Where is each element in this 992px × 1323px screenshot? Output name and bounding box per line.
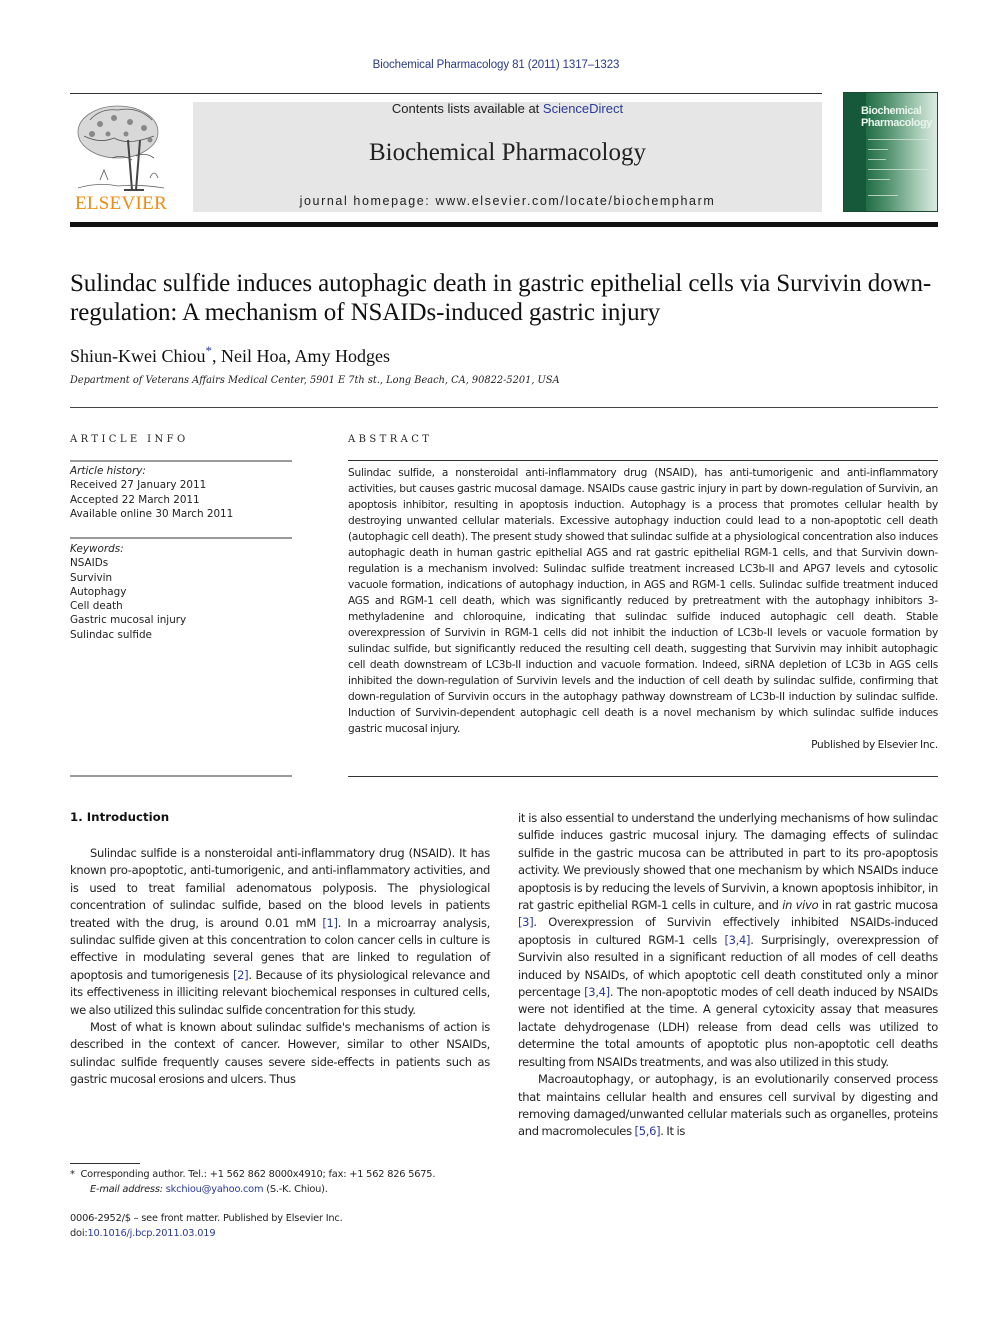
history-label: Article history: [70,465,146,477]
front-matter: 0006-2952/$ – see front matter. Publishe… [70,1212,343,1241]
article-info-rule [70,460,292,462]
keywords-label: Keywords: [70,543,124,555]
keyword: Survivin [70,571,113,584]
elsevier-wordmark: ELSEVIER [74,193,168,214]
abstract-heading: ABSTRACT [348,434,433,445]
doi-prefix: doi: [70,1227,88,1239]
keyword: Cell death [70,600,123,613]
text-run: Macroautophagy, or autophagy, is an evol… [518,1072,938,1139]
cover-title: Biochemical Pharmacology [861,105,933,129]
article-info-bottom-rule [70,775,292,777]
keyword: Sulindac sulfide [70,628,152,641]
left-column: Sulindac sulfide is a nonsteroidal anti-… [70,845,490,1089]
received-date: Received 27 January 2011 [70,479,207,492]
author-list: Shiun-Kwei Chiou*, Neil Hoa, Amy Hodges [70,343,391,366]
body-paragraph: Macroautophagy, or autophagy, is an evol… [518,1071,938,1141]
author-name[interactable]: Amy Hodges [295,346,391,366]
abstract-publisher-note: Published by Elsevier Inc. [811,739,938,751]
sciencedirect-link[interactable]: ScienceDirect [543,101,623,116]
title-rule [70,407,938,408]
abstract-bottom-rule [348,776,938,777]
right-column: it is also essential to understand the u… [518,810,938,1141]
body-paragraph: Most of what is known about sulindac sul… [70,1020,490,1087]
doi-link[interactable]: 10.1016/j.bcp.2011.03.019 [87,1228,215,1239]
masthead-rule [70,222,938,227]
footnote-mark: * [70,1169,75,1180]
keywords-block: Keywords: NSAIDs Survivin Autophagy Cell… [70,542,292,642]
accepted-date: Accepted 22 March 2011 [70,493,200,506]
keyword: NSAIDs [70,557,109,570]
keyword: Gastric mucosal injury [70,614,187,627]
section-heading-introduction: 1. Introduction [70,810,170,824]
body-paragraph: Sulindac sulfide is a nonsteroidal anti-… [70,845,490,1019]
citation-link[interactable]: [2] [233,968,249,982]
keywords-rule [70,537,292,539]
contents-prefix: Contents lists available at [391,101,543,116]
corresponding-details: Corresponding author. Tel.: +1 562 862 8… [80,1169,436,1180]
abstract-body: Sulindac sulfide, a nonsteroidal anti-in… [348,465,938,753]
contents-line: Contents lists available at ScienceDirec… [193,101,822,116]
text-run: . It is [660,1124,686,1139]
article-info-heading: ARTICLE INFO [70,434,189,445]
journal-name: Biochemical Pharmacology [368,139,646,166]
email-suffix: (S.-K. Chiou). [263,1183,328,1195]
journal-citation[interactable]: Biochemical Pharmacology 81 (2011) 1317–… [0,59,992,71]
journal-cover-image: Biochemical Pharmacology [843,92,938,212]
author-affiliation: Department of Veterans Affairs Medical C… [70,375,560,386]
citation-link[interactable]: [1] [322,916,338,930]
text-run: in rat gastric mucosa [818,898,938,913]
author-name[interactable]: Neil Hoa [221,346,286,366]
article-history: Article history: Received 27 January 201… [70,464,292,521]
header-rule [70,93,822,94]
keyword: Autophagy [70,585,127,598]
journal-homepage-link[interactable]: journal homepage: www.elsevier.com/locat… [193,194,822,208]
issn-line: 0006-2952/$ – see front matter. Publishe… [70,1213,343,1224]
citation-link[interactable]: [3,4] [724,933,750,947]
abstract-top-rule [348,460,938,461]
text-run: it is also essential to understand the u… [518,811,938,913]
email-label: E-mail address: [90,1183,163,1195]
abstract-paragraph: Sulindac sulfide, a nonsteroidal anti-in… [348,467,938,735]
article-title: Sulindac sulfide induces autophagic deat… [70,270,932,326]
citation-link[interactable]: [3,4] [584,985,610,999]
online-date: Available online 30 March 2011 [70,507,234,520]
footnote-rule [70,1163,140,1164]
citation-link[interactable]: [5,6] [635,1124,661,1138]
email-link[interactable]: skchiou@yahoo.com [166,1184,264,1195]
body-paragraph: it is also essential to understand the u… [518,810,938,1071]
italic-text: in vivo [782,898,819,913]
author-name[interactable]: Shiun-Kwei Chiou [70,346,206,366]
corresponding-author-footnote: * Corresponding author. Tel.: +1 562 862… [70,1168,500,1197]
citation-link[interactable]: [3] [518,915,534,929]
